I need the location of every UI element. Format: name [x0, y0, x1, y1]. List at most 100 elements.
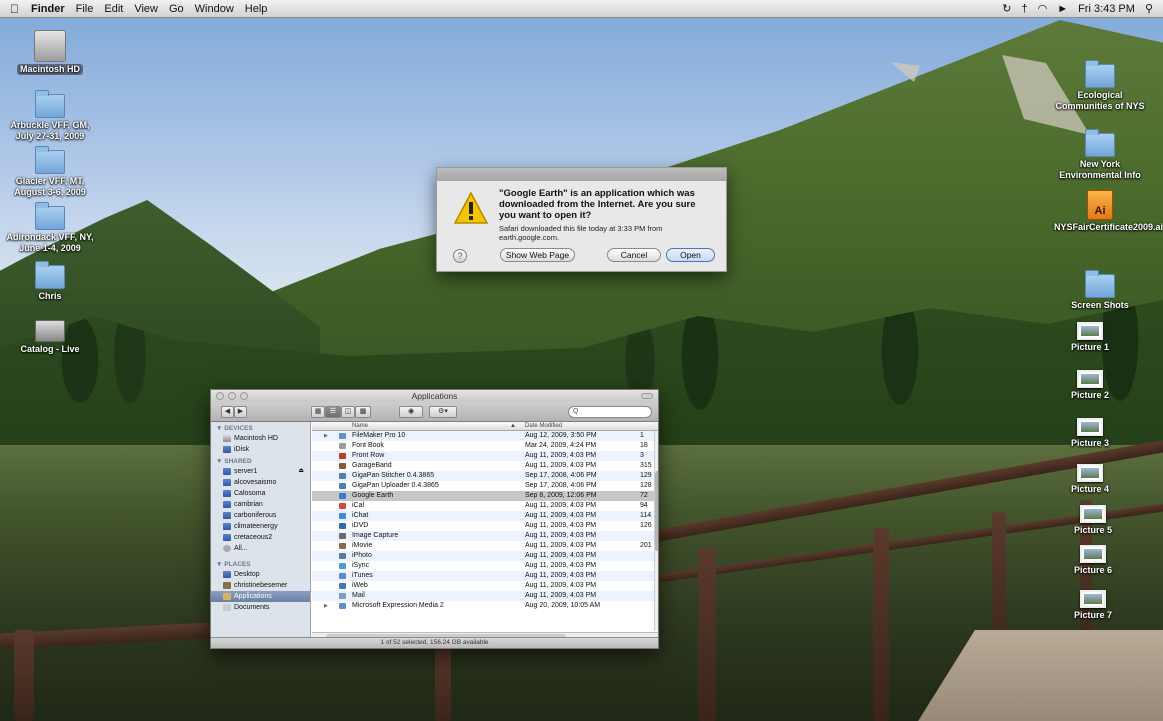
cancel-button[interactable]: Cancel: [607, 248, 661, 262]
desktop-icon-picture-3[interactable]: Picture 3: [1044, 418, 1136, 449]
dialog-title-bar[interactable]: [437, 168, 726, 181]
file-row[interactable]: Font Book Mar 24, 2009, 4:24 PM 18: [312, 441, 658, 451]
desktop-icon-new-york-environmental[interactable]: New York Environmental Info: [1054, 129, 1146, 181]
file-row[interactable]: iWeb Aug 11, 2009, 4:03 PM: [312, 581, 658, 591]
menu-file[interactable]: File: [76, 3, 94, 15]
file-row[interactable]: Front Row Aug 11, 2009, 4:03 PM 3: [312, 451, 658, 461]
search-field[interactable]: Q: [568, 406, 652, 418]
file-row[interactable]: Google Earth Sep 8, 2009, 12:06 PM 72: [312, 491, 658, 501]
menu-view[interactable]: View: [134, 3, 158, 15]
sidebar-item-desktop[interactable]: Desktop: [211, 569, 310, 580]
finder-title-bar[interactable]: Applications: [211, 390, 658, 402]
help-button[interactable]: ?: [453, 249, 467, 263]
desktop-icon-screen-shots[interactable]: Screen Shots: [1054, 270, 1146, 311]
desktop-icon-picture-5[interactable]: Picture 5: [1047, 505, 1139, 536]
sidebar-item-calosoma[interactable]: Calosoma: [211, 488, 310, 499]
open-button[interactable]: Open: [666, 248, 715, 262]
sidebar-item-carboniferous[interactable]: carboniferous: [211, 510, 310, 521]
desktop-icon-macintosh-hd[interactable]: Macintosh HD: [4, 30, 96, 75]
back-button[interactable]: ◀: [221, 406, 234, 418]
volume-icon[interactable]: ►: [1057, 3, 1068, 15]
apple-menu-icon[interactable]: : [10, 2, 19, 16]
desktop-icon-adirondack[interactable]: Adirondack VFF, NY, June 1-4, 2009: [4, 202, 96, 254]
coverflow-view-button[interactable]: ▩: [355, 406, 371, 418]
wifi-icon[interactable]: ◠: [1038, 2, 1048, 15]
sidebar-item-cretaceous2[interactable]: cretaceous2: [211, 532, 310, 543]
menu-bar:  Finder File Edit View Go Window Help ↻…: [0, 0, 1163, 18]
clock[interactable]: Fri 3:43 PM: [1078, 3, 1135, 15]
sidebar-item-alcovesaismo[interactable]: alcovesaismo: [211, 477, 310, 488]
time-machine-icon[interactable]: ↻: [1002, 2, 1011, 15]
scrollbar-thumb[interactable]: [655, 471, 658, 551]
disclosure-triangle-icon[interactable]: ▶: [324, 431, 328, 441]
show-web-page-button[interactable]: Show Web Page: [500, 248, 575, 262]
sidebar-item-home[interactable]: christinebesemer: [211, 580, 310, 591]
menu-help[interactable]: Help: [245, 3, 268, 15]
desktop-icon-picture-2[interactable]: Picture 2: [1044, 370, 1136, 401]
column-header-name[interactable]: Name: [352, 422, 368, 431]
column-view-button[interactable]: ◫: [341, 406, 355, 418]
file-row[interactable]: iTunes Aug 11, 2009, 4:03 PM: [312, 571, 658, 581]
list-view-button[interactable]: ☰: [325, 406, 341, 418]
file-row[interactable]: GigaPan Uploader 0.4.3865 Sep 17, 2008, 4…: [312, 481, 658, 491]
file-row[interactable]: GigaPan Stitcher 0.4.3865 Sep 17, 2008, 4…: [312, 471, 658, 481]
minimize-button[interactable]: [228, 392, 236, 400]
menu-finder[interactable]: Finder: [31, 3, 65, 15]
sidebar-item-all[interactable]: All...: [211, 543, 310, 554]
sidebar-item-applications[interactable]: Applications: [211, 591, 310, 602]
icon-view-button[interactable]: ▦: [311, 406, 325, 418]
bluetooth-icon[interactable]: †: [1021, 3, 1027, 15]
close-button[interactable]: [216, 392, 224, 400]
sidebar-item-server1[interactable]: server1 ⏏: [211, 466, 310, 477]
file-size: 129: [640, 472, 652, 479]
desktop-icon-picture-1[interactable]: Picture 1: [1044, 322, 1136, 353]
zoom-button[interactable]: [240, 392, 248, 400]
desktop-icon-label: NYSFairCertificate2009.ai: [1054, 222, 1163, 232]
file-row[interactable]: iSync Aug 11, 2009, 4:03 PM: [312, 561, 658, 571]
application-icon: [339, 463, 346, 469]
file-date-modified: Sep 17, 2008, 4:06 PM: [525, 482, 597, 489]
menu-go[interactable]: Go: [169, 3, 184, 15]
file-name: iSync: [352, 562, 370, 569]
sidebar-item-climateenergy[interactable]: climateenergy: [211, 521, 310, 532]
file-row[interactable]: iCal Aug 11, 2009, 4:03 PM 94: [312, 501, 658, 511]
desktop-icon-nysfair-certificate[interactable]: Ai NYSFairCertificate2009.ai: [1054, 190, 1163, 233]
folder-icon: [35, 261, 65, 289]
desktop-icon-picture-4[interactable]: Picture 4: [1044, 464, 1136, 495]
file-row[interactable]: iChat Aug 11, 2009, 4:03 PM 114: [312, 511, 658, 521]
file-row[interactable]: iPhoto Aug 11, 2009, 4:03 PM: [312, 551, 658, 561]
sidebar-item-documents[interactable]: Documents: [211, 602, 310, 613]
file-name: FileMaker Pro 10: [352, 432, 406, 439]
vertical-scrollbar[interactable]: [654, 431, 658, 631]
disclosure-triangle-icon[interactable]: ▶: [324, 601, 328, 611]
sidebar-item-cambrian[interactable]: cambrian: [211, 499, 310, 510]
desktop-icon-chris[interactable]: Chris: [4, 261, 96, 302]
sidebar-item-label: cretaceous2: [234, 534, 273, 541]
spotlight-icon[interactable]: ⚲: [1145, 2, 1153, 15]
desktop-icon-glacier[interactable]: Glacier VFF, MT, August 3-6, 2009: [4, 146, 96, 198]
status-bar: 1 of 52 selected, 156.24 GB available: [211, 637, 658, 648]
file-row[interactable]: Image Capture Aug 11, 2009, 4:03 PM: [312, 531, 658, 541]
file-row[interactable]: ▶ FileMaker Pro 10 Aug 12, 2009, 3:50 PM 1: [312, 431, 658, 441]
desktop-icon-label: Macintosh HD: [16, 64, 83, 75]
forward-button[interactable]: ▶: [234, 406, 247, 418]
sidebar-item-idisk[interactable]: iDisk: [211, 444, 310, 455]
action-menu-button[interactable]: ⚙▾: [429, 406, 457, 418]
desktop-icon-ecological-communities[interactable]: Ecological Communities of NYS: [1054, 60, 1146, 112]
eject-icon[interactable]: ⏏: [298, 466, 304, 477]
sidebar-item-macintosh-hd[interactable]: Macintosh HD: [211, 433, 310, 444]
desktop-icon-picture-7[interactable]: Picture 7: [1047, 590, 1139, 621]
desktop-icon-picture-6[interactable]: Picture 6: [1047, 545, 1139, 576]
desktop-icon-arbuckle[interactable]: Arbuckle VFF, GM, July 27-31, 2009: [4, 90, 96, 142]
menu-window[interactable]: Window: [195, 3, 234, 15]
menu-edit[interactable]: Edit: [104, 3, 123, 15]
toolbar-toggle-button[interactable]: [641, 393, 653, 399]
file-row[interactable]: ▶ Microsoft Expression Media 2 Aug 20, 200…: [312, 601, 658, 611]
file-row[interactable]: Mail Aug 11, 2009, 4:03 PM: [312, 591, 658, 601]
file-row[interactable]: iMovie Aug 11, 2009, 4:03 PM 201: [312, 541, 658, 551]
column-header-date[interactable]: Date Modified: [525, 422, 562, 431]
desktop-icon-catalog-live[interactable]: Catalog - Live: [4, 320, 96, 355]
file-row[interactable]: iDVD Aug 11, 2009, 4:03 PM 126: [312, 521, 658, 531]
quick-look-button[interactable]: ◉: [399, 406, 423, 418]
file-row[interactable]: GarageBand Aug 11, 2009, 4:03 PM 315: [312, 461, 658, 471]
